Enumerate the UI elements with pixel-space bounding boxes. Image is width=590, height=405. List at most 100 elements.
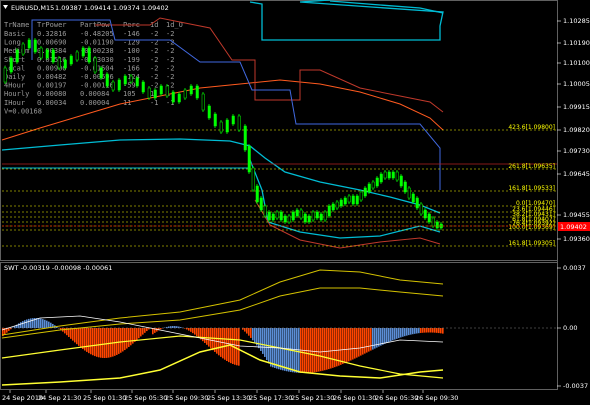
time-tick-label: 25 Sep 01:30 [83, 394, 126, 402]
candle-body [395, 171, 399, 181]
histogram-bar [20, 322, 22, 328]
histogram-bar [188, 328, 190, 331]
table-cell: -166 [123, 64, 140, 72]
table-cell: IHour [4, 99, 25, 107]
histogram-bar [40, 318, 42, 328]
histogram-bar [136, 328, 138, 341]
histogram-bar [190, 328, 192, 332]
histogram-bar [266, 328, 268, 361]
histogram-bar [46, 320, 48, 328]
histogram-bar [316, 328, 318, 372]
histogram-bar [238, 328, 240, 366]
middle-band-line [1, 138, 441, 214]
histogram-bar [172, 326, 174, 328]
histogram-bar [372, 328, 374, 350]
time-tick-label: 26 Sep 01:30 [333, 394, 376, 402]
histogram-bar [86, 328, 88, 352]
candle-body [87, 47, 91, 63]
histogram-bar [396, 328, 398, 339]
candle-body [33, 39, 37, 53]
table-cell: 0.00482 [37, 73, 67, 81]
swt-histogram [2, 318, 444, 373]
candle-body [171, 91, 175, 103]
histogram-bar [142, 328, 144, 335]
candle-body [379, 173, 383, 183]
histogram-bar [202, 328, 204, 342]
candle-body [255, 185, 259, 203]
candle-body [153, 89, 157, 99]
histogram-bar [262, 328, 264, 354]
histogram-bar [278, 328, 280, 370]
table-cell: 0.32816 [37, 30, 67, 38]
candle-body [399, 175, 403, 187]
histogram-bar [108, 328, 110, 358]
candle-body [243, 125, 247, 151]
histogram-bar [242, 328, 244, 330]
candle-body [57, 57, 61, 69]
candle-body [363, 187, 367, 197]
histogram-bar [418, 328, 420, 334]
table-cell: 0.00084 [80, 90, 110, 98]
sub-tick-label: 0.0037 [563, 264, 586, 272]
histogram-bar [408, 328, 410, 336]
swt-upper-yellow [1, 269, 444, 336]
candle-body [195, 85, 199, 99]
sub-window-axis: 0.0037 0.00 -0.0037 [557, 264, 588, 390]
candle-body [147, 87, 151, 99]
candle-body [207, 105, 211, 119]
time-tick-label: 24 Sep 21:30 [38, 394, 81, 402]
candle-body [319, 213, 323, 221]
time-tick-label: 25 Sep 05:30 [124, 394, 167, 402]
histogram-bar [138, 328, 140, 339]
candle-body [415, 197, 419, 209]
histogram-bar [260, 328, 262, 351]
table-header-1: TrPower [37, 21, 67, 29]
candle-body [15, 49, 19, 63]
candle-body [359, 191, 363, 201]
candle-body [351, 195, 355, 205]
table-cell: -0.03030 [80, 56, 114, 64]
candle-body [213, 113, 217, 127]
chart-canvas[interactable]: EURUSD,M15 1.09387 1.09414 1.09374 1.094… [0, 0, 590, 405]
candle-body [231, 115, 235, 125]
histogram-bar [254, 328, 256, 343]
candle-body [307, 215, 311, 223]
table-cell: -199 [123, 56, 140, 64]
histogram-bar [368, 328, 370, 352]
histogram-bar [194, 328, 196, 335]
table-cell: 0.00906 [37, 64, 67, 72]
candle-body [343, 197, 347, 205]
histogram-bar [76, 328, 78, 345]
histogram-bar [48, 321, 50, 328]
down-triangle-icon [3, 5, 8, 9]
candle-body [267, 211, 271, 221]
histogram-bar [128, 328, 130, 347]
candle-body [335, 201, 339, 209]
histogram-bar [226, 328, 228, 361]
histogram-bar [406, 328, 408, 336]
table-cell: Long [4, 39, 21, 47]
candle-body [69, 55, 73, 65]
time-tick-label: 25 Sep 21:30 [291, 394, 334, 402]
histogram-bar [360, 328, 362, 356]
time-tick-label: 25 Sep 17:30 [249, 394, 292, 402]
histogram-bar [98, 328, 100, 358]
histogram-bar [180, 327, 182, 328]
histogram-bar [440, 328, 442, 334]
histogram-bar [78, 328, 80, 346]
candle-body [129, 75, 133, 83]
candle-body [3, 67, 7, 83]
histogram-bar [402, 328, 404, 337]
histogram-bar [432, 328, 434, 333]
table-cell: 0.00080 [37, 90, 67, 98]
histogram-bar [366, 328, 368, 353]
histogram-bar [118, 328, 120, 354]
histogram-bar [386, 328, 388, 343]
candle-body [201, 93, 205, 111]
candle-body [419, 203, 423, 215]
candle-body [225, 119, 229, 133]
histogram-bar [122, 328, 124, 352]
current-price-label: 1.09402 [560, 223, 587, 231]
table-cell: -2 [150, 30, 158, 38]
histogram-bar [198, 328, 200, 338]
